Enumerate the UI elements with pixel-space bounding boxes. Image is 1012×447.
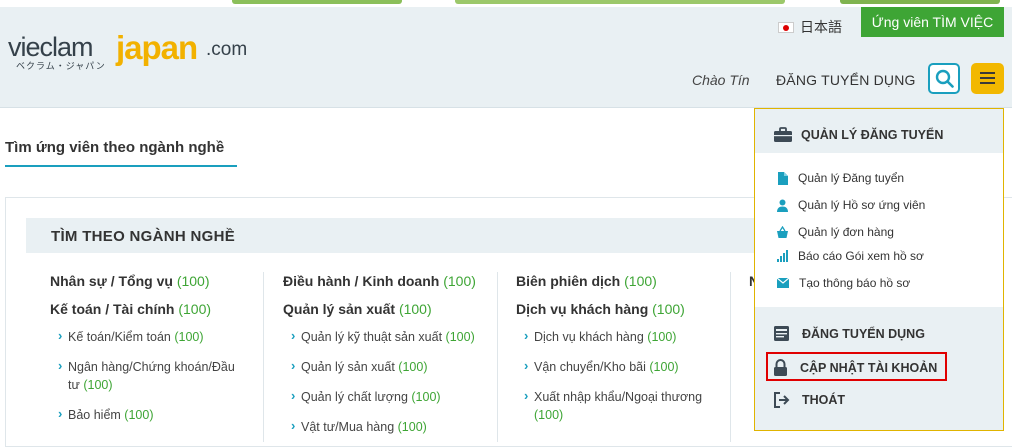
briefcase-icon	[774, 127, 792, 142]
menu-item-manage-candidates[interactable]: Quản lý Hồ sơ ứng viên	[777, 198, 925, 212]
jobs-document-icon	[774, 326, 789, 341]
subcategory-link[interactable]: Ngân hàng/Chứng khoán/Đầu tư (100)	[50, 357, 250, 406]
category-link[interactable]: Biên phiên dịch (100)	[516, 272, 726, 300]
subcategory-link[interactable]: Kế toán/Kiểm toán (100)	[50, 327, 250, 358]
category-link[interactable]: Điều hành / Kinh doanh (100)	[283, 272, 493, 300]
category-link[interactable]: Dịch vụ khách hàng (100)	[516, 300, 726, 328]
dropdown-heading-text: QUẢN LÝ ĐĂNG TUYỂN	[801, 128, 944, 142]
logo-kana: ベクラム・ジャパン	[16, 61, 106, 71]
top-banner-strip	[0, 0, 1012, 7]
subcategory-link[interactable]: Quản lý chất lượng (100)	[283, 387, 493, 418]
bar-chart-icon	[777, 250, 788, 262]
banner-decoration	[232, 0, 402, 4]
panel-heading-text: TÌM THEO NGÀNH NGHỀ	[51, 228, 236, 245]
account-dropdown-menu: QUẢN LÝ ĐĂNG TUYỂN Quản lý Đăng tuyển Qu…	[754, 108, 1004, 431]
user-greeting[interactable]: Chào Tín	[692, 72, 750, 88]
menu-item-post-job[interactable]: ĐĂNG TUYỂN DỤNG	[773, 325, 925, 342]
dropdown-submenu: Quản lý Đăng tuyển Quản lý Hồ sơ ứng viê…	[755, 153, 1003, 307]
category-link[interactable]: Quản lý sản xuất (100)	[283, 300, 493, 328]
column-divider	[263, 272, 264, 442]
page-title: Tìm ứng viên theo ngành nghề	[5, 139, 225, 156]
category-column: Biên phiên dịch (100) Dịch vụ khách hàng…	[516, 272, 726, 424]
japan-flag-icon	[778, 21, 794, 33]
subcategory-link[interactable]: Vật tư/Mua hàng (100)	[283, 417, 493, 436]
column-divider	[730, 272, 731, 442]
logo-text-domain: .com	[206, 39, 248, 60]
post-job-nav-link[interactable]: ĐĂNG TUYỂN DỤNG	[776, 72, 916, 88]
search-button[interactable]	[928, 63, 960, 94]
document-icon	[778, 171, 788, 185]
user-icon	[777, 199, 788, 212]
title-underline	[5, 165, 237, 167]
hamburger-icon	[980, 72, 995, 74]
hamburger-icon	[980, 77, 995, 79]
subcategory-link[interactable]: Vận chuyển/Kho bãi (100)	[516, 357, 726, 388]
subcategory-link[interactable]: Quản lý sản xuất (100)	[283, 357, 493, 388]
language-label: 日本語	[800, 19, 842, 35]
hamburger-icon	[980, 82, 995, 84]
column-divider	[497, 272, 498, 442]
menu-item-manage-orders[interactable]: Quản lý đơn hàng	[777, 225, 894, 239]
envelope-icon	[777, 278, 789, 288]
category-column: Điều hành / Kinh doanh (100) Quản lý sản…	[283, 272, 493, 436]
subcategory-link[interactable]: Dịch vụ khách hàng (100)	[516, 327, 726, 358]
logo-text-japan: japan	[116, 29, 198, 66]
site-logo[interactable]: vieclam japan .com ベクラム・ジャパン	[8, 29, 258, 72]
category-link[interactable]: Nhân sự / Tổng vụ (100)	[50, 272, 250, 300]
menu-button[interactable]	[971, 63, 1004, 94]
menu-item-logout[interactable]: THOÁT	[773, 392, 845, 408]
highlight-box-update-account	[766, 352, 947, 381]
banner-decoration	[455, 0, 785, 4]
menu-item-package-report[interactable]: Báo cáo Gói xem hồ sơ	[777, 249, 924, 263]
dropdown-heading: QUẢN LÝ ĐĂNG TUYỂN	[773, 127, 943, 143]
banner-decoration	[840, 0, 1000, 4]
language-switch[interactable]: 日本語	[778, 17, 842, 37]
subcategory-link[interactable]: Xuất nhập khẩu/Ngoại thương (100)	[516, 387, 716, 424]
subcategory-link[interactable]: Quản lý kỹ thuật sản xuất (100)	[283, 327, 493, 358]
panel-heading: TÌM THEO NGÀNH NGHỀ	[26, 218, 786, 253]
basket-icon	[777, 226, 788, 238]
logout-icon	[774, 392, 790, 408]
menu-item-manage-postings[interactable]: Quản lý Đăng tuyển	[777, 171, 904, 185]
search-icon	[935, 69, 954, 88]
job-seeker-button[interactable]: Ứng viên TÌM VIỆC	[861, 7, 1004, 37]
menu-item-profile-alerts[interactable]: Tạo thông báo hồ sơ	[777, 276, 910, 290]
category-link[interactable]: Kế toán / Tài chính (100)	[50, 300, 250, 328]
subcategory-link[interactable]: Bảo hiểm (100)	[50, 405, 250, 424]
category-column: Nhân sự / Tổng vụ (100) Kế toán / Tài ch…	[50, 272, 250, 424]
